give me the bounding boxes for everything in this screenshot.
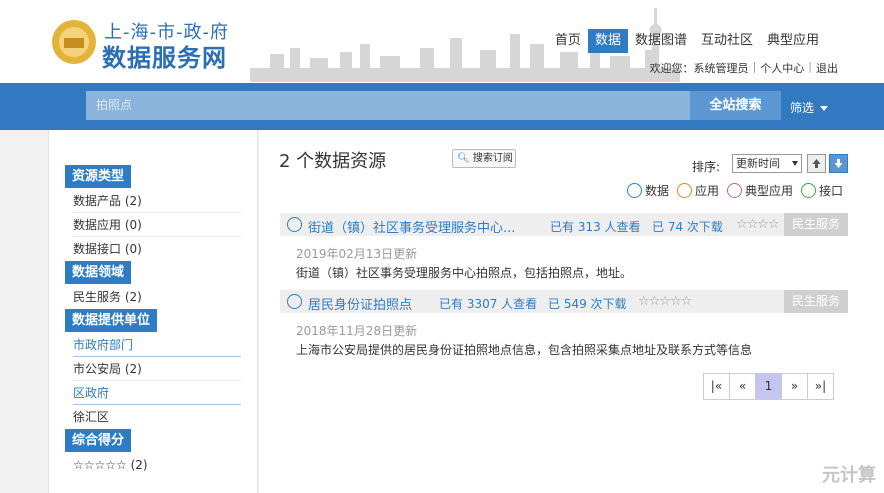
prev-page-button[interactable]: « bbox=[729, 373, 756, 400]
facet-item-livelihood[interactable]: 民生服务 (2) bbox=[73, 286, 241, 309]
nav-community[interactable]: 互动社区 bbox=[694, 29, 760, 53]
facet-item-public-security[interactable]: 市公安局 (2) bbox=[73, 358, 241, 381]
facet-item-data-app[interactable]: 数据应用 (0) bbox=[73, 214, 241, 237]
result-header: 街道（镇）社区事务受理服务中心... 已有 313 人查看 已 74 次下载 ☆… bbox=[280, 213, 848, 236]
personal-center-link[interactable]: 个人中心 bbox=[760, 60, 804, 76]
category-tag: 民生服务 bbox=[784, 213, 848, 236]
next-page-button[interactable]: » bbox=[781, 373, 808, 400]
legend-typical-app[interactable]: 典型应用 bbox=[727, 182, 793, 199]
facet-heading-resource-type: 资源类型 bbox=[65, 165, 132, 188]
search-icon: 🔍︎ bbox=[457, 153, 470, 164]
filter-dropdown[interactable]: 筛选 bbox=[790, 99, 829, 116]
result-title-link[interactable]: 街道（镇）社区事务受理服务中心... bbox=[308, 217, 515, 236]
first-page-button[interactable]: |« bbox=[703, 373, 730, 400]
rating-stars: ☆☆☆☆ bbox=[736, 217, 780, 232]
api-icon bbox=[801, 183, 817, 198]
legend-label: 数据 bbox=[645, 184, 670, 198]
site-search-button[interactable]: 全站搜索 bbox=[690, 91, 781, 120]
facet-heading-domain: 数据领域 bbox=[65, 261, 132, 284]
typical-app-icon bbox=[727, 183, 743, 198]
search-subscribe-button[interactable]: 🔍︎ 搜索订阅 bbox=[452, 149, 516, 168]
facet-heading-provider: 数据提供单位 bbox=[65, 309, 158, 332]
divider: | bbox=[752, 60, 757, 73]
result-description: 街道（镇）社区事务受理服务中心拍照点，包括拍照点，地址。 bbox=[296, 266, 633, 280]
update-date: 2019年02月13日更新 bbox=[296, 247, 418, 261]
app-icon bbox=[677, 183, 693, 198]
sort-ascending-button[interactable] bbox=[807, 154, 826, 173]
download-count: 已 549 次下载 bbox=[548, 297, 627, 311]
rating-stars: ☆☆☆☆☆ bbox=[638, 294, 692, 309]
subscribe-label: 搜索订阅 bbox=[472, 153, 513, 164]
chevron-down-icon bbox=[792, 161, 798, 166]
logout-link[interactable]: 退出 bbox=[816, 60, 838, 76]
nav-home[interactable]: 首页 bbox=[548, 29, 588, 53]
result-count: 2 个数据资源 bbox=[279, 151, 387, 172]
seal-logo-icon bbox=[52, 20, 96, 64]
legend-app[interactable]: 应用 bbox=[677, 182, 719, 199]
facet-item-stars[interactable]: ☆☆☆☆☆ (2) bbox=[73, 454, 241, 477]
watermark: 元计算 bbox=[822, 465, 876, 486]
data-icon bbox=[287, 294, 302, 309]
divider: | bbox=[808, 60, 812, 73]
last-page-button[interactable]: »| bbox=[807, 373, 834, 400]
legend-data[interactable]: 数据 bbox=[627, 182, 669, 199]
view-count: 已有 313 人查看 bbox=[550, 220, 641, 234]
arrow-up-icon bbox=[812, 159, 821, 168]
welcome-text[interactable]: 欢迎您：系统管理员 bbox=[650, 60, 749, 76]
data-icon bbox=[627, 183, 642, 198]
download-count: 已 74 次下载 bbox=[652, 220, 723, 234]
user-bar: 欢迎您：系统管理员 | 个人中心 | 退出 bbox=[650, 60, 838, 76]
results-panel: 2 个数据资源 🔍︎ 搜索订阅 排序: 更新时间 数据 应用 典型应用 接口 街… bbox=[259, 130, 884, 493]
sort-descending-button[interactable] bbox=[829, 154, 848, 173]
facet-item-city-gov[interactable]: 市政府部门 bbox=[73, 334, 241, 357]
result-description: 上海市公安局提供的居民身份证拍照地点信息，包含拍照采集点地址及联系方式等信息 bbox=[296, 343, 753, 357]
legend-api[interactable]: 接口 bbox=[801, 182, 843, 199]
result-title-link[interactable]: 居民身份证拍照点 bbox=[308, 294, 412, 313]
nav-data-graph[interactable]: 数据图谱 bbox=[628, 29, 694, 53]
nav-applications[interactable]: 典型应用 bbox=[760, 29, 826, 53]
type-legend: 数据 应用 典型应用 接口 bbox=[627, 182, 843, 199]
facet-heading-score: 综合得分 bbox=[65, 429, 132, 452]
update-date: 2018年11月28日更新 bbox=[296, 324, 418, 338]
facet-sidebar: 资源类型 数据产品 (2) 数据应用 (0) 数据接口 (0) 数据领域 民生服… bbox=[48, 130, 258, 493]
sort-value: 更新时间 bbox=[736, 157, 780, 170]
facet-item-data-api[interactable]: 数据接口 (0) bbox=[73, 238, 241, 261]
legend-label: 接口 bbox=[819, 184, 844, 198]
view-count: 已有 3307 人查看 bbox=[439, 297, 538, 311]
logo-title: 数据服务网 bbox=[102, 44, 227, 72]
facet-item-district-gov[interactable]: 区政府 bbox=[73, 382, 241, 405]
search-input[interactable]: 拍照点 bbox=[86, 91, 690, 120]
category-tag: 民生服务 bbox=[784, 290, 848, 313]
sort-label: 排序: bbox=[692, 160, 721, 174]
facet-item-xuhui[interactable]: 徐汇区 bbox=[73, 406, 241, 429]
nav-data[interactable]: 数据 bbox=[587, 29, 628, 53]
search-band: 拍照点 全站搜索 筛选 bbox=[0, 83, 884, 130]
main-nav: 首页 数据 数据图谱 互动社区 典型应用 bbox=[548, 29, 826, 53]
arrow-down-icon bbox=[834, 159, 843, 168]
pagination: |« « 1 » »| bbox=[703, 373, 834, 400]
legend-label: 典型应用 bbox=[745, 184, 794, 198]
page-1-button[interactable]: 1 bbox=[755, 373, 782, 400]
chevron-down-icon bbox=[820, 106, 829, 111]
sort-select[interactable]: 更新时间 bbox=[732, 154, 802, 173]
facet-item-data-product[interactable]: 数据产品 (2) bbox=[73, 190, 241, 213]
filter-label: 筛选 bbox=[790, 101, 815, 115]
legend-label: 应用 bbox=[695, 184, 720, 198]
site-header: 上-海-市-政-府 数据服务网 首页 数据 数据图谱 互动社区 典型应用 欢迎您… bbox=[0, 0, 884, 83]
result-header: 居民身份证拍照点 已有 3307 人查看 已 549 次下载 ☆☆☆☆☆ 民生服… bbox=[280, 290, 848, 313]
data-icon bbox=[287, 217, 302, 232]
